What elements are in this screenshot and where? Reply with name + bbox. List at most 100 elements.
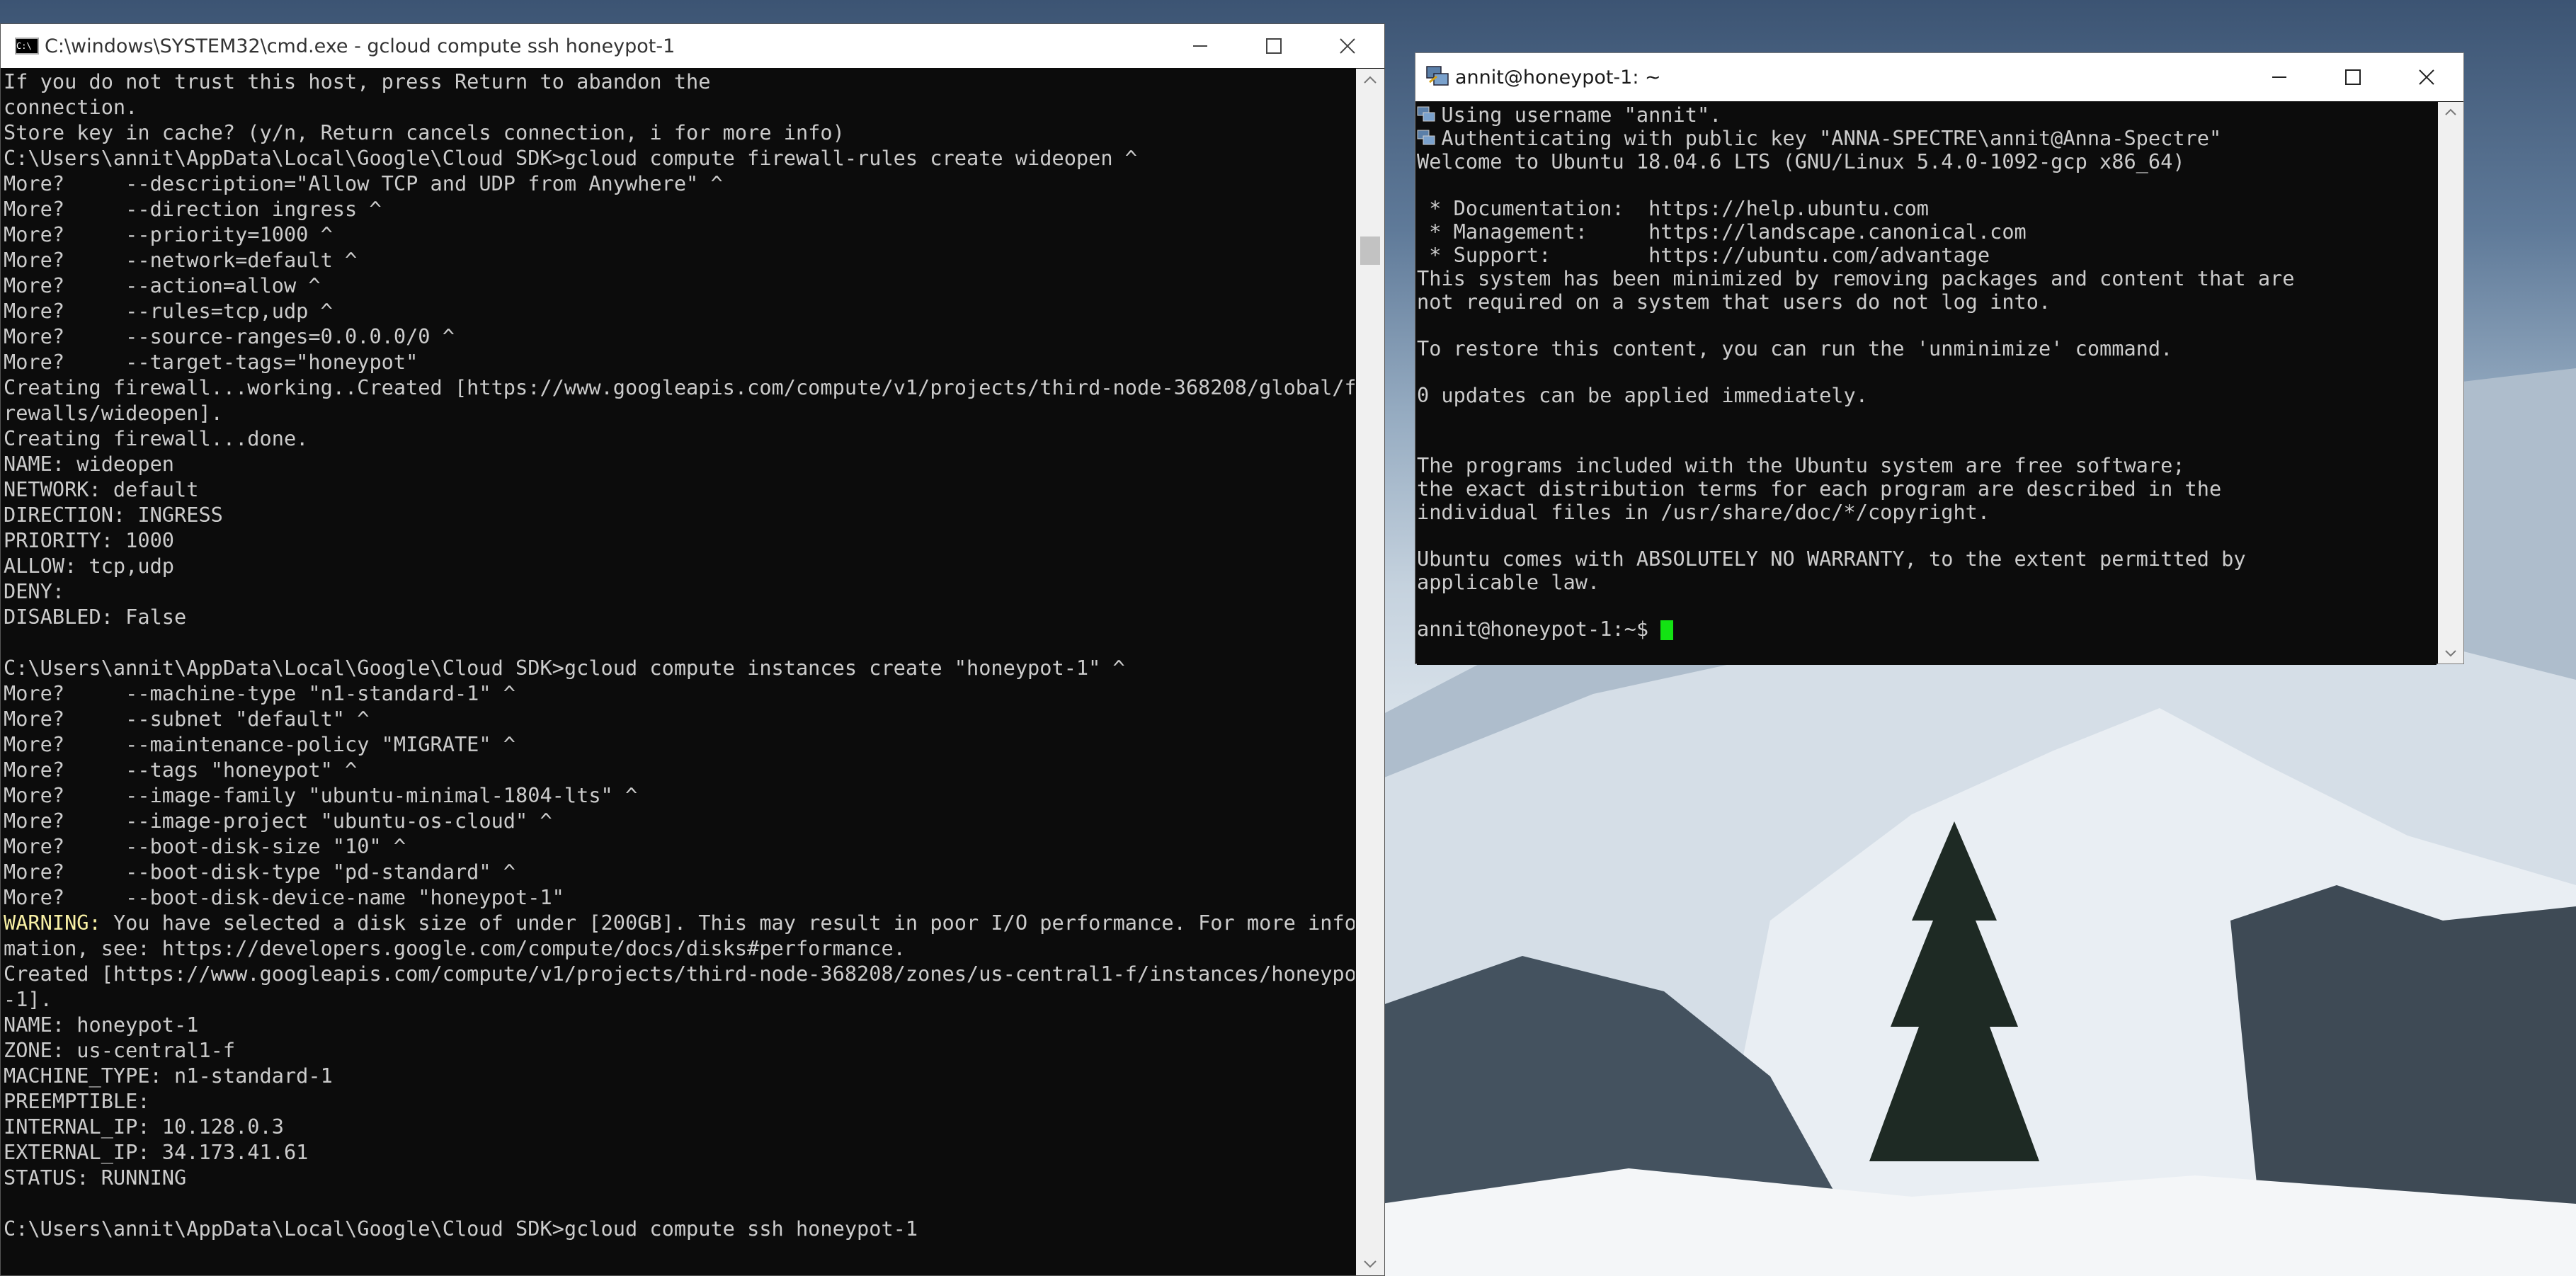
scroll-down-icon[interactable] <box>1356 1254 1384 1275</box>
terminal-line-text: NETWORK: default <box>4 477 199 501</box>
terminal-line: Welcome to Ubuntu 18.04.6 LTS (GNU/Linux… <box>1417 150 2437 173</box>
terminal-line-text: More? --subnet "default" ^ <box>4 707 370 731</box>
terminal-line-text: STATUS: RUNNING <box>4 1166 187 1190</box>
terminal-line: More? --tags "honeypot" ^ <box>4 757 1355 782</box>
terminal-line-text: If you do not trust this host, press Ret… <box>4 69 711 93</box>
cmd-window[interactable]: C:\ C:\windows\SYSTEM32\cmd.exe - gcloud… <box>0 23 1385 1276</box>
putty-icon <box>1417 130 1435 145</box>
terminal-line: NAME: honeypot-1 <box>4 1012 1355 1037</box>
terminal-line-text: applicable law. <box>1417 570 1600 594</box>
terminal-line: NAME: wideopen <box>4 451 1355 477</box>
terminal-line: More? --image-family "ubuntu-minimal-180… <box>4 782 1355 808</box>
terminal-line: DENY: <box>4 579 1355 604</box>
terminal-line-text: More? --boot-disk-size "10" ^ <box>4 834 406 858</box>
cmd-title: C:\windows\SYSTEM32\cmd.exe - gcloud com… <box>45 35 676 57</box>
terminal-line: -1]. <box>4 986 1355 1012</box>
terminal-line: PRIORITY: 1000 <box>4 528 1355 553</box>
terminal-line: To restore this content, you can run the… <box>1417 337 2437 360</box>
putty-icon <box>1425 64 1449 91</box>
terminal-line-text: -1]. <box>4 987 52 1011</box>
terminal-line: More? --priority=1000 ^ <box>4 222 1355 247</box>
warning-label: WARNING: <box>4 911 101 935</box>
terminal-line-text: More? --image-family "ubuntu-minimal-180… <box>4 783 638 807</box>
minimize-button[interactable] <box>1163 24 1237 68</box>
terminal-line: Creating firewall...working..Created [ht… <box>4 375 1355 400</box>
terminal-line-text: C:\Users\annit\AppData\Local\Google\Clou… <box>4 146 1137 170</box>
terminal-line-text: Created [https://www.googleapis.com/comp… <box>4 962 1355 986</box>
minimize-button[interactable] <box>2242 53 2316 101</box>
terminal-line: * Support: https://ubuntu.com/advantage <box>1417 244 2437 267</box>
terminal-line-text: individual files in /usr/share/doc/*/cop… <box>1417 500 1990 524</box>
terminal-line: More? --maintenance-policy "MIGRATE" ^ <box>4 731 1355 757</box>
terminal-line-text: DENY: <box>4 579 65 603</box>
terminal-line: C:\Users\annit\AppData\Local\Google\Clou… <box>4 655 1355 680</box>
close-button[interactable] <box>1311 24 1384 68</box>
terminal-line-text: PREEMPTIBLE: <box>4 1089 150 1113</box>
ssh-titlebar[interactable]: annit@honeypot-1: ~ <box>1415 53 2463 101</box>
terminal-line-text: Store key in cache? (y/n, Return cancels… <box>4 120 845 144</box>
terminal-line: STATUS: RUNNING <box>4 1165 1355 1190</box>
cmd-scrollbar[interactable] <box>1356 69 1384 1275</box>
terminal-line: Created [https://www.googleapis.com/comp… <box>4 961 1355 986</box>
terminal-line: ZONE: us-central1-f <box>4 1037 1355 1063</box>
terminal-line: NETWORK: default <box>4 477 1355 502</box>
cmd-window-controls <box>1163 24 1384 68</box>
scroll-down-icon[interactable] <box>2438 645 2463 663</box>
terminal-line: Store key in cache? (y/n, Return cancels… <box>4 120 1355 145</box>
minimize-icon <box>1193 45 1207 47</box>
maximize-icon <box>2345 69 2361 85</box>
cmd-titlebar[interactable]: C:\ C:\windows\SYSTEM32\cmd.exe - gcloud… <box>1 24 1384 68</box>
terminal-line: ALLOW: tcp,udp <box>4 553 1355 579</box>
terminal-line: PREEMPTIBLE: <box>4 1088 1355 1114</box>
terminal-line-text: NAME: honeypot-1 <box>4 1013 199 1037</box>
ssh-window-controls <box>2242 53 2463 101</box>
terminal-line-text: * Support: https://ubuntu.com/advantage <box>1417 243 1990 267</box>
cmd-scroll-thumb[interactable] <box>1360 237 1380 265</box>
cmd-terminal-output[interactable]: If you do not trust this host, press Ret… <box>4 69 1355 1275</box>
terminal-line-text: PRIORITY: 1000 <box>4 528 175 552</box>
terminal-line-text: INTERNAL_IP: 10.128.0.3 <box>4 1115 284 1139</box>
terminal-line-text: 0 updates can be applied immediately. <box>1417 383 1868 407</box>
close-button[interactable] <box>2390 53 2463 101</box>
terminal-line: Using username "annit". <box>1417 103 2437 127</box>
terminal-line: WARNING: You have selected a disk size o… <box>4 910 1355 935</box>
terminal-line: mation, see: https://developers.google.c… <box>4 935 1355 961</box>
scroll-up-icon[interactable] <box>2438 102 2463 120</box>
terminal-line: Creating firewall...done. <box>4 426 1355 451</box>
terminal-line-text: Welcome to Ubuntu 18.04.6 LTS (GNU/Linux… <box>1417 149 2185 173</box>
terminal-line-text: not required on a system that users do n… <box>1417 290 2051 314</box>
maximize-button[interactable] <box>1237 24 1311 68</box>
terminal-line: C:\Users\annit\AppData\Local\Google\Clou… <box>4 1216 1355 1241</box>
terminal-line: More? --target-tags="honeypot" <box>4 349 1355 375</box>
maximize-button[interactable] <box>2316 53 2390 101</box>
terminal-line: C:\Users\annit\AppData\Local\Google\Clou… <box>4 145 1355 171</box>
cmd-icon: C:\ <box>15 38 39 55</box>
terminal-line: the exact distribution terms for each pr… <box>1417 477 2437 501</box>
ssh-terminal-output[interactable]: Using username "annit". Authenticating w… <box>1417 102 2437 665</box>
terminal-line: More? --boot-disk-size "10" ^ <box>4 833 1355 859</box>
ssh-scrollbar[interactable] <box>2438 102 2463 663</box>
terminal-line-text: More? --image-project "ubuntu-os-cloud" … <box>4 809 552 833</box>
scroll-up-icon[interactable] <box>1356 69 1384 90</box>
terminal-line: More? --boot-disk-type "pd-standard" ^ <box>4 859 1355 884</box>
terminal-line-text: More? --boot-disk-device-name "honeypot-… <box>4 885 564 909</box>
minimize-icon <box>2272 76 2286 78</box>
terminal-line: connection. <box>4 94 1355 120</box>
terminal-line-text: annit@honeypot-1:~$ <box>1417 617 1661 641</box>
terminal-line-text: More? --priority=1000 ^ <box>4 222 333 246</box>
ssh-window[interactable]: annit@honeypot-1: ~ Using username "anni… <box>1415 52 2464 665</box>
terminal-line-text: More? --direction ingress ^ <box>4 197 382 221</box>
terminal-line: This system has been minimized by removi… <box>1417 267 2437 290</box>
terminal-line-text: NAME: wideopen <box>4 452 175 476</box>
terminal-line: More? --machine-type "n1-standard-1" ^ <box>4 680 1355 706</box>
terminal-line: * Management: https://landscape.canonica… <box>1417 220 2437 244</box>
terminal-line-text: EXTERNAL_IP: 34.173.41.61 <box>4 1140 309 1164</box>
terminal-line-text: Using username "annit". <box>1417 103 1722 127</box>
